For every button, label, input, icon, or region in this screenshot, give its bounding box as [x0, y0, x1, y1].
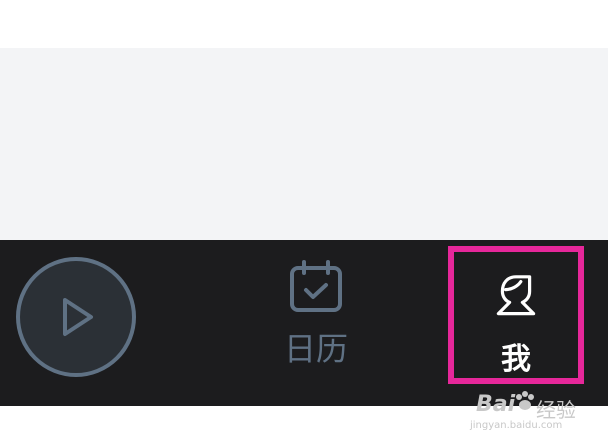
calendar-check-icon	[290, 260, 342, 312]
content-area	[0, 48, 608, 240]
tab-me[interactable]: 我	[448, 246, 584, 384]
paw-icon	[516, 391, 534, 410]
watermark-text: 经验	[536, 398, 576, 422]
tab-me-label: 我	[501, 342, 531, 377]
user-icon	[496, 275, 536, 316]
tab-calendar[interactable]: 日历	[268, 258, 364, 378]
tab-calendar-label: 日历	[283, 330, 348, 368]
baidu-jingyan-watermark: Bai 经验 jingyan.baidu.com	[470, 386, 602, 436]
top-area	[0, 0, 608, 48]
play-icon	[63, 298, 93, 336]
watermark-brand: Bai	[476, 392, 516, 417]
play-button[interactable]	[16, 257, 136, 377]
watermark-url: jingyan.baidu.com	[470, 420, 563, 431]
